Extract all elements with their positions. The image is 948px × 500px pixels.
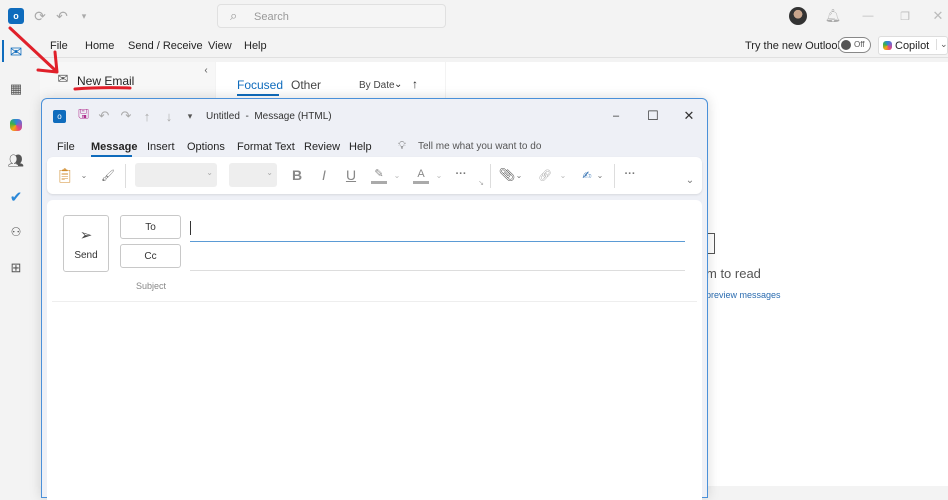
link-icon[interactable]: 🔗︎ <box>537 166 553 184</box>
compose-window: o 🖫︎ ↶ ↷ ↑ ↓ ▾ Untitled - Message (HTML)… <box>41 98 708 500</box>
close-icon[interactable]: ✕ <box>681 107 697 125</box>
attach-icon[interactable]: 📎︎ <box>499 166 516 184</box>
copilot-button[interactable]: Copilot ⌄ <box>878 36 948 55</box>
annotation-arrow <box>8 26 132 91</box>
subject-input[interactable] <box>190 274 685 298</box>
search-placeholder: Search <box>254 11 289 23</box>
paste-icon[interactable]: 📋︎ <box>56 166 74 184</box>
customize-qat-icon[interactable]: ▾ <box>185 110 195 122</box>
restore-icon[interactable]: ❐ <box>897 7 913 25</box>
signature-icon[interactable]: ✍︎ <box>579 166 595 184</box>
menu-view[interactable]: View <box>208 40 232 52</box>
compose-body[interactable]: ➢ Send To Cc Subject <box>47 200 702 500</box>
italic-icon[interactable]: I <box>317 166 331 184</box>
highlight-icon[interactable]: ✎ <box>371 166 387 184</box>
org-explorer-icon[interactable]: ⚇ <box>6 222 26 242</box>
tab-focused[interactable]: Focused <box>237 78 283 92</box>
subject-label: Subject <box>136 281 167 291</box>
search-icon: ⌕ <box>230 8 238 23</box>
minimize-icon[interactable]: – <box>608 107 624 125</box>
try-new-outlook-label: Try the new Outlook <box>745 40 844 52</box>
send-button[interactable]: ➢ Send <box>63 215 109 272</box>
ribbon: 📋︎ ⌄ 🖌︎ ⌄ ⌄ B I U ✎ ⌄ A ⌄ ··· ↘ 📎︎ ⌄ 🔗︎ … <box>47 157 702 194</box>
sort-chevron-icon: ⌄ <box>394 79 403 90</box>
sort-by-date[interactable]: By Date <box>359 80 395 91</box>
reading-pane-title: m to read <box>706 266 761 281</box>
lightbulb-icon: 💡︎ <box>398 139 406 152</box>
collapse-pane-icon[interactable]: ‹ <box>201 64 211 76</box>
apps-icon[interactable]: ⊞ <box>6 258 26 278</box>
compose-title: Untitled - Message (HTML) <box>206 111 332 122</box>
avatar[interactable] <box>789 7 807 25</box>
to-input[interactable] <box>190 215 685 242</box>
copilot-label: Copilot <box>895 40 930 52</box>
menu-help[interactable]: Help <box>244 40 267 52</box>
save-icon[interactable]: 🖫︎ <box>77 106 90 123</box>
font-family-select[interactable]: ⌄ <box>135 163 217 187</box>
attach-dropdown-icon[interactable]: ⌄ <box>515 168 523 182</box>
close-icon[interactable]: ✕ <box>930 7 946 25</box>
undo-icon[interactable]: ↶ <box>97 108 111 124</box>
font-color-dropdown-icon[interactable]: ⌄ <box>435 168 443 182</box>
ribbon-tab-format-text[interactable]: Format Text <box>237 141 295 153</box>
reading-pane-link[interactable]: preview messages <box>706 290 781 300</box>
dialog-launcher-icon[interactable]: ↘ <box>477 179 485 187</box>
next-item-icon[interactable]: ↓ <box>163 108 175 124</box>
ribbon-tab-options[interactable]: Options <box>187 141 225 153</box>
more-commands-icon[interactable]: ··· <box>622 166 638 182</box>
tab-other[interactable]: Other <box>291 78 321 92</box>
to-button[interactable]: To <box>120 215 181 239</box>
search-box[interactable]: ⌕ Search <box>217 4 446 28</box>
todo-icon[interactable]: ✔ <box>6 187 26 207</box>
toggle-state: Off <box>854 40 865 49</box>
ribbon-tab-message[interactable]: Message <box>91 141 137 153</box>
outlook-logo-icon: o <box>53 110 66 123</box>
maximize-icon[interactable]: ☐ <box>645 107 661 125</box>
cc-input[interactable] <box>190 244 685 271</box>
bold-icon[interactable]: B <box>290 166 304 184</box>
copilot-dropdown-icon[interactable]: ⌄ <box>936 39 948 50</box>
ribbon-tab-help[interactable]: Help <box>349 141 372 153</box>
font-size-select[interactable]: ⌄ <box>229 163 277 187</box>
ribbon-tab-file[interactable]: File <box>57 141 75 153</box>
cc-button[interactable]: Cc <box>120 244 181 268</box>
copilot-icon <box>883 41 892 50</box>
bell-icon[interactable]: 🔔︎ <box>825 7 842 25</box>
link-dropdown-icon[interactable]: ⌄ <box>559 168 567 182</box>
more-format-icon[interactable]: ··· <box>453 166 469 182</box>
ribbon-tab-insert[interactable]: Insert <box>147 141 175 153</box>
sort-direction-icon[interactable]: ↑ <box>412 77 418 91</box>
send-icon: ➢ <box>79 227 93 244</box>
tell-me-input[interactable]: Tell me what you want to do <box>418 141 541 152</box>
underline-icon[interactable]: U <box>344 166 358 184</box>
paste-dropdown-icon[interactable]: ⌄ <box>80 168 88 182</box>
format-painter-icon[interactable]: 🖌︎ <box>101 167 115 183</box>
redo-icon[interactable]: ↷ <box>119 108 133 124</box>
highlight-dropdown-icon[interactable]: ⌄ <box>393 168 401 182</box>
new-outlook-toggle[interactable]: Off <box>838 37 871 53</box>
expand-ribbon-icon[interactable]: ⌄ <box>685 173 695 187</box>
previous-item-icon[interactable]: ↑ <box>141 108 153 124</box>
copilot-app-icon[interactable] <box>6 115 26 135</box>
font-color-icon[interactable]: A <box>413 166 429 184</box>
minimize-icon[interactable]: — <box>860 7 876 25</box>
ribbon-tab-review[interactable]: Review <box>304 141 340 153</box>
people-icon[interactable]: 👥︎ <box>6 151 26 171</box>
send-label: Send <box>74 250 98 261</box>
signature-dropdown-icon[interactable]: ⌄ <box>596 168 604 182</box>
